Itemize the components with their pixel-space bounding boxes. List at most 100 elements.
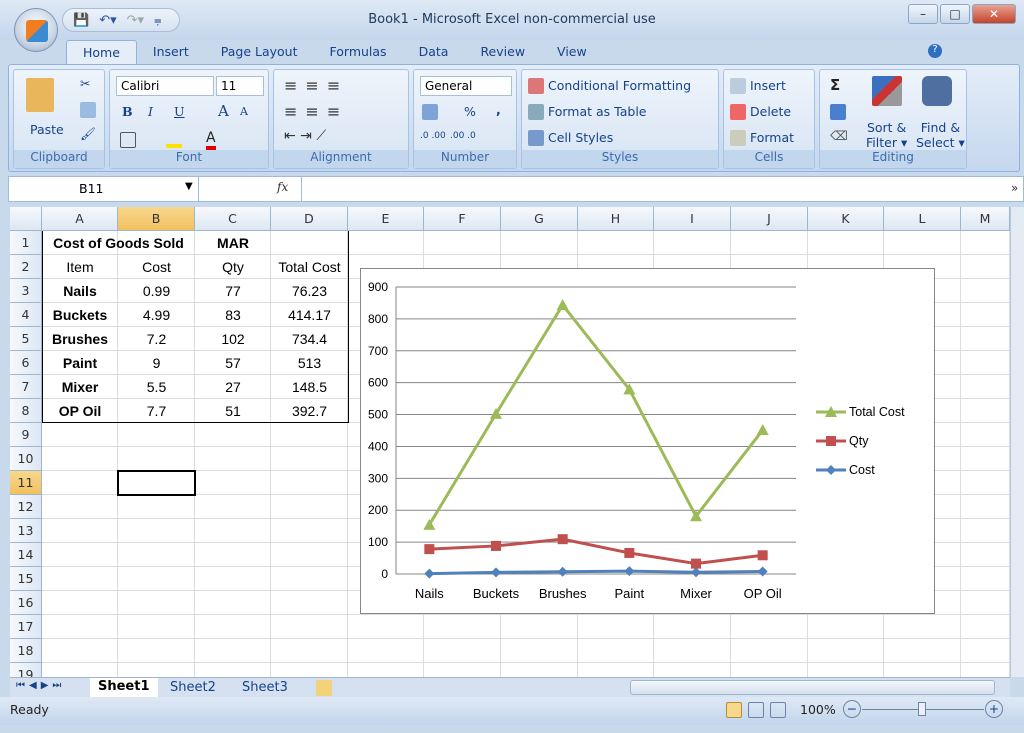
data-cell[interactable]: 0.99	[118, 279, 195, 303]
expand-formula-bar-icon[interactable]: »	[1011, 181, 1018, 195]
vertical-scrollbar[interactable]	[1010, 207, 1024, 677]
row-header-4[interactable]: 4	[10, 303, 42, 327]
cell-A1-title[interactable]: Cost of Goods Sold	[42, 231, 195, 255]
tab-view[interactable]: View	[541, 40, 603, 64]
cell-styles-button[interactable]: Cell Styles	[548, 130, 613, 145]
chart[interactable]: 0 100 200 300 400 500 600 700 800 900 Nails Buckets…	[360, 268, 935, 614]
column-header-C[interactable]: C	[195, 207, 271, 231]
data-cell[interactable]: 414.17	[271, 303, 348, 327]
row-header-18[interactable]: 18	[10, 639, 42, 663]
grow-font-button[interactable]: A	[218, 102, 229, 120]
data-cell[interactable]: Nails	[42, 279, 118, 303]
minimize-button[interactable]: –	[908, 4, 938, 24]
tab-formulas[interactable]: Formulas	[314, 40, 403, 64]
tab-insert[interactable]: Insert	[137, 40, 205, 64]
column-header-M[interactable]: M	[961, 207, 1010, 231]
zoom-slider-thumb[interactable]	[918, 702, 926, 716]
column-header-H[interactable]: H	[578, 207, 654, 231]
font-name-select[interactable]: Calibri	[116, 76, 214, 96]
decrease-decimal-button[interactable]: .00 .0	[450, 132, 478, 141]
data-cell[interactable]: 734.4	[271, 327, 348, 351]
data-cell[interactable]: 57	[195, 351, 271, 375]
zoom-level[interactable]: 100%	[800, 702, 836, 717]
row-header-8[interactable]: 8	[10, 399, 42, 423]
insert-sheet-icon[interactable]	[316, 680, 332, 696]
column-header-I[interactable]: I	[654, 207, 731, 231]
row-header-10[interactable]: 10	[10, 447, 42, 471]
data-cell[interactable]: Mixer	[42, 375, 118, 399]
delete-cells-button[interactable]: Delete	[750, 104, 791, 119]
column-header-D[interactable]: D	[271, 207, 348, 231]
redo-icon[interactable]: ↷▾	[127, 13, 144, 28]
row-header-11[interactable]: 11	[10, 471, 42, 495]
data-cell[interactable]: 27	[195, 375, 271, 399]
insert-function-button[interactable]: fx	[277, 180, 288, 194]
header-cell[interactable]: Total Cost	[271, 255, 348, 279]
column-header-J[interactable]: J	[731, 207, 808, 231]
column-header-K[interactable]: K	[808, 207, 884, 231]
column-header-G[interactable]: G	[501, 207, 578, 231]
indent-icons[interactable]: ⇤ ⇥ ⟋	[284, 128, 326, 144]
help-icon[interactable]: ?	[928, 44, 942, 58]
fill-color-icon[interactable]	[166, 132, 182, 148]
sheet-navigation-arrows[interactable]: ⏮◀▶⏭	[16, 680, 65, 691]
horizontal-align-icons[interactable]: ≡≡≡	[284, 102, 348, 121]
tab-review[interactable]: Review	[464, 40, 541, 64]
column-header-B[interactable]: B	[118, 207, 195, 231]
data-cell[interactable]: 392.7	[271, 399, 348, 423]
data-cell[interactable]: 76.23	[271, 279, 348, 303]
data-cell[interactable]: 83	[195, 303, 271, 327]
data-cell[interactable]: 102	[195, 327, 271, 351]
header-cell[interactable]: Qty	[195, 255, 271, 279]
copy-icon[interactable]	[80, 102, 96, 118]
conditional-formatting-button[interactable]: Conditional Formatting	[548, 78, 691, 93]
bold-button[interactable]: B	[122, 104, 133, 119]
row-header-9[interactable]: 9	[10, 423, 42, 447]
data-cell[interactable]: Paint	[42, 351, 118, 375]
row-header-15[interactable]: 15	[10, 567, 42, 591]
row-header-7[interactable]: 7	[10, 375, 42, 399]
paste-button[interactable]: Paste	[30, 122, 64, 137]
increase-decimal-button[interactable]: .0 .00	[420, 132, 448, 141]
find-select-button[interactable]: Find & Select ▾	[916, 120, 965, 150]
undo-icon[interactable]: ↶▾	[99, 13, 116, 28]
select-all-corner[interactable]	[10, 207, 42, 231]
clear-icon[interactable]: ⌫	[830, 128, 848, 143]
row-header-19[interactable]: 19	[10, 663, 42, 677]
sort-filter-button[interactable]: Sort & Filter ▾	[866, 120, 907, 150]
fill-icon[interactable]	[830, 104, 846, 120]
comma-button[interactable]: ,	[496, 102, 501, 117]
tab-page-layout[interactable]: Page Layout	[205, 40, 314, 64]
row-header-1[interactable]: 1	[10, 231, 42, 255]
name-box[interactable]: B11	[9, 177, 199, 201]
zoom-in-button[interactable]: +	[985, 700, 1003, 718]
format-cells-button[interactable]: Format	[750, 130, 794, 145]
customize-qat-icon[interactable]: ⩦	[154, 13, 162, 28]
accounting-format-icon[interactable]	[422, 104, 438, 120]
data-cell[interactable]: 7.7	[118, 399, 195, 423]
data-cell[interactable]: 51	[195, 399, 271, 423]
name-box-dropdown-icon[interactable]: ▼	[185, 181, 193, 192]
data-cell[interactable]: 5.5	[118, 375, 195, 399]
data-cell[interactable]: 9	[118, 351, 195, 375]
vertical-align-icons[interactable]: ≡≡≡	[284, 76, 348, 95]
page-break-view-icon[interactable]	[770, 702, 786, 718]
percent-button[interactable]: %	[464, 104, 476, 119]
data-cell[interactable]: OP Oil	[42, 399, 118, 423]
row-header-2[interactable]: 2	[10, 255, 42, 279]
sheet-tab-sheet3[interactable]: Sheet3	[234, 679, 296, 696]
paste-icon[interactable]	[26, 78, 54, 112]
borders-icon[interactable]	[120, 132, 136, 148]
sheet-tab-sheet2[interactable]: Sheet2	[162, 679, 224, 696]
row-header-14[interactable]: 14	[10, 543, 42, 567]
data-cell[interactable]: 7.2	[118, 327, 195, 351]
cut-icon[interactable]: ✂	[80, 76, 90, 91]
close-button[interactable]: ✕	[972, 4, 1016, 24]
horizontal-scrollbar[interactable]	[630, 680, 995, 695]
autosum-button[interactable]: Σ	[830, 76, 840, 94]
sheet-tab-sheet1[interactable]: Sheet1	[90, 678, 158, 697]
header-cell[interactable]: Cost	[118, 255, 195, 279]
spreadsheet-grid[interactable]: A B C D E F G H I J K L M 1 2 3 4 5 6 7 8 9 10 11 12 13 14 15 16 17 18…	[10, 207, 1010, 677]
row-header-3[interactable]: 3	[10, 279, 42, 303]
italic-button[interactable]: I	[148, 104, 153, 119]
